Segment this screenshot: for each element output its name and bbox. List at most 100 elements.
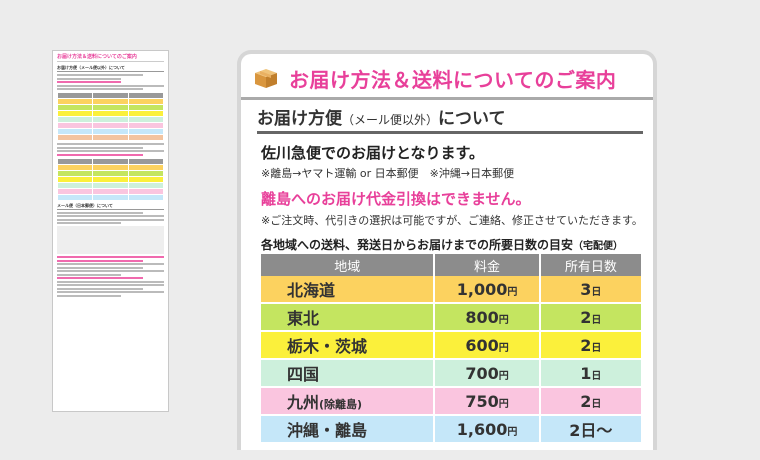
days-cell: 3日 [540, 276, 641, 304]
days-value: 3 [580, 279, 592, 299]
price-cell: 700円 [435, 360, 541, 388]
table-caption: 各地域への送料、発送日からお届けまでの所要日数の目安（宅配便） [261, 236, 623, 253]
price-value: 600 [465, 335, 499, 355]
header-price: 料金 [435, 254, 541, 276]
cod-warning: 離島へのお届け代金引換はできません。 [261, 190, 531, 208]
days-value: 1 [580, 363, 592, 383]
table-row: 四国 700円 1日 [261, 360, 641, 388]
thumbnail-text-line [57, 215, 164, 217]
page-thumbnail[interactable]: お届け方法＆送料についてのご案内 お届け方便（メール便以外）について メール便（… [52, 50, 169, 412]
price-cell: 750円 [435, 388, 541, 416]
region-name: 栃木・茨城 [287, 337, 368, 356]
region-cell: 東北 [261, 304, 436, 332]
days-value: 2 [580, 307, 592, 327]
days-value: 2日〜 [569, 421, 613, 440]
thumbnail-text-line [57, 77, 122, 80]
shipping-info-panel: お届け方法＆送料についてのご案内 お届け方便（メール便以外）について 佐川急便で… [237, 50, 657, 450]
table-row: 北海道 1,000円 3日 [261, 276, 641, 304]
price-value: 1,000 [456, 279, 508, 299]
yen-unit: 円 [498, 398, 509, 410]
table-caption-main: 各地域への送料、発送日からお届けまでの所要日数の目安 [261, 238, 574, 252]
region-cell: 栃木・茨城 [261, 332, 436, 360]
thumbnail-text-line [57, 280, 164, 283]
shipping-rate-table: 地域 料金 所有日数 北海道 1,000円 3日 東北 800円 2日 栃木・茨城 600円 2… [261, 254, 641, 444]
days-cell: 1日 [540, 360, 641, 388]
section-heading: お届け方便（メール便以外）について [257, 104, 643, 134]
region-name: 北海道 [287, 281, 336, 300]
region-cell: 北海道 [261, 276, 436, 304]
island-note: ※離島→ヤマト運輸 or 日本郵便 ※沖縄→日本郵便 [261, 167, 515, 180]
thumbnail-title: お届け方法＆送料についてのご案内 [57, 54, 164, 62]
day-unit: 日 [591, 342, 602, 354]
thumbnail-table [56, 92, 165, 141]
days-value: 2 [580, 391, 592, 411]
price-cell: 1,600円 [435, 416, 541, 444]
thumbnail-text-line [57, 143, 164, 145]
thumbnail-text-line [57, 222, 122, 224]
carrier-line: 佐川急便でのお届けとなります。 [261, 144, 485, 162]
day-unit: 日 [591, 398, 602, 410]
yen-unit: 円 [507, 426, 518, 438]
thumbnail-text-line [57, 153, 143, 156]
thumbnail-text-line [57, 74, 143, 76]
price-cell: 1,000円 [435, 276, 541, 304]
price-cell: 800円 [435, 304, 541, 332]
table-row: 九州(除離島) 750円 2日 [261, 388, 641, 416]
section-heading-suffix: について [438, 109, 506, 129]
yen-unit: 円 [498, 314, 509, 326]
day-unit: 日 [591, 370, 602, 382]
thumbnail-text-line [57, 88, 143, 90]
box-icon [255, 69, 277, 88]
yen-unit: 円 [498, 370, 509, 382]
thumbnail-section1: お届け方便（メール便以外）について [57, 65, 164, 72]
thumbnail-text-line [57, 287, 143, 290]
thumbnail-text-line [57, 284, 164, 286]
thumbnail-table-2 [56, 157, 165, 201]
header-region: 地域 [261, 254, 436, 276]
thumbnail-section2: メール便（日本郵便）について [57, 203, 164, 210]
table-caption-sub: （宅配便） [573, 241, 624, 252]
yen-unit: 円 [507, 286, 518, 298]
thumbnail-text-line [57, 266, 143, 269]
yen-unit: 円 [498, 342, 509, 354]
price-value: 750 [465, 391, 499, 411]
section-heading-sub: （メール便以外） [342, 113, 439, 127]
thumbnail-text-line [57, 81, 122, 83]
page-title: お届け方法＆送料についてのご案内 [289, 68, 617, 92]
days-cell: 2日 [540, 332, 641, 360]
price-value: 800 [465, 307, 499, 327]
thumbnail-text-line [57, 146, 143, 149]
thumbnail-text-line [57, 273, 122, 276]
thumbnail-text-line [57, 150, 164, 152]
thumbnail-text-line [57, 294, 122, 297]
table-row: 沖縄・離島 1,600円 2日〜 [261, 416, 641, 444]
region-cell: 沖縄・離島 [261, 416, 436, 444]
table-row: 栃木・茨城 600円 2日 [261, 332, 641, 360]
order-note: ※ご注文時、代引きの選択は可能ですが、ご連絡、修正させていただきます。 [261, 214, 643, 227]
thumbnail-text-line [57, 218, 164, 221]
thumbnail-text-line [57, 84, 164, 87]
thumbnail-text-line [57, 211, 143, 214]
days-cell: 2日 [540, 304, 641, 332]
thumbnail-text-line [57, 259, 143, 262]
price-value: 700 [465, 363, 499, 383]
region-name: 東北 [287, 309, 320, 328]
days-value: 2 [580, 335, 592, 355]
thumbnail-text-line [57, 291, 164, 293]
region-sub: (除離島) [319, 398, 363, 411]
thumbnail-box [57, 226, 164, 254]
days-cell: 2日〜 [540, 416, 641, 444]
header-days: 所有日数 [540, 254, 641, 276]
price-cell: 600円 [435, 332, 541, 360]
page-title-bar: お届け方法＆送料についてのご案内 [241, 54, 653, 100]
table-header-row: 地域 料金 所有日数 [261, 254, 641, 276]
thumbnail-text-line [57, 270, 164, 272]
region-name: 四国 [287, 365, 320, 384]
table-row: 東北 800円 2日 [261, 304, 641, 332]
thumbnail-text-line [57, 277, 143, 279]
section-heading-main: お届け方便 [257, 109, 342, 129]
region-name: 九州 [287, 393, 320, 412]
region-cell: 九州(除離島) [261, 388, 436, 416]
day-unit: 日 [591, 286, 602, 298]
day-unit: 日 [591, 314, 602, 326]
